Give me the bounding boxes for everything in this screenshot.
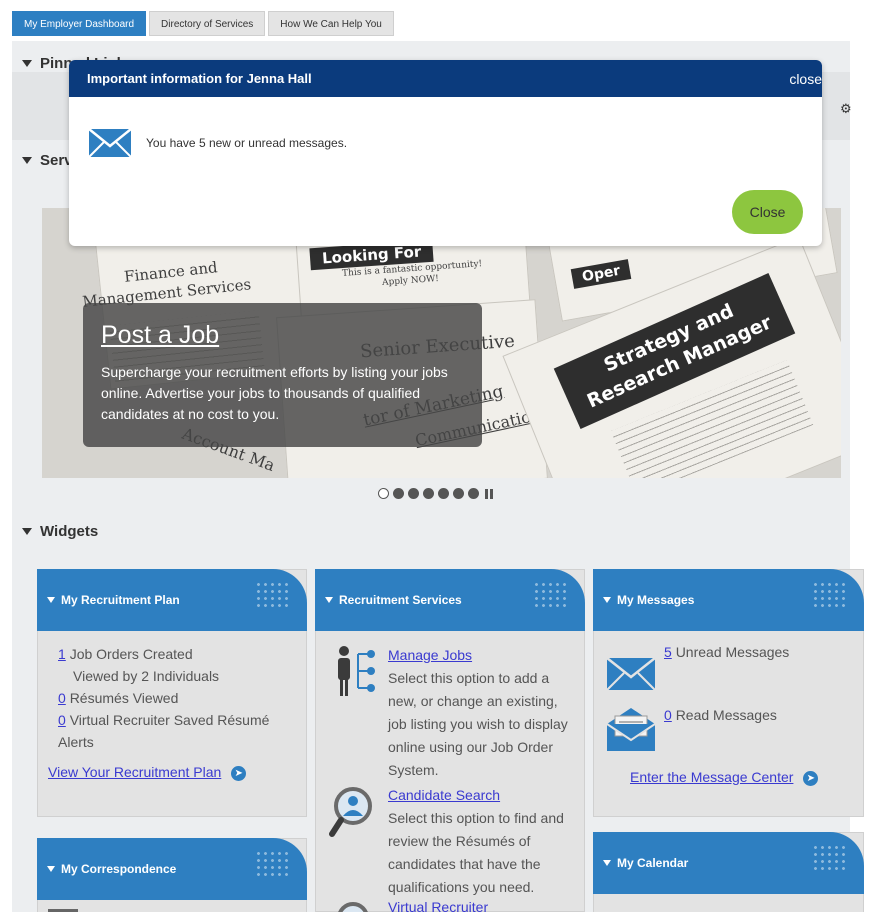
viewed-by-text: Viewed by 2 Individuals [73,668,220,684]
collapse-triangle-icon [47,597,55,603]
drag-handle-icon[interactable] [812,844,846,872]
resumes-count-link[interactable]: 0 [58,690,66,706]
unread-messages-row: 5 Unread Messages [664,644,789,660]
widgets-heading: Widgets [40,523,99,540]
tab-directory-of-services[interactable]: Directory of Services [149,11,266,36]
candidate-search-link[interactable]: Candidate Search [388,784,578,807]
widget-my-calendar: My Calendar [593,832,864,912]
tab-my-employer-dashboard[interactable]: My Employer Dashboard [12,11,147,36]
collapse-triangle-icon [22,60,32,67]
job-orders-label: Job Orders Created [69,646,193,662]
tab-bar: My Employer Dashboard Directory of Servi… [12,11,394,37]
widget-header[interactable]: Recruitment Services [315,569,585,631]
collapse-triangle-icon [47,866,55,872]
widget-my-correspondence: My Correspondence [37,838,307,912]
unread-count-link[interactable]: 5 [664,644,672,660]
message-center-row: Enter the Message Center ➤ [630,769,819,786]
widget-header[interactable]: My Messages [593,569,864,631]
virtual-recruiter-icon [338,902,368,912]
collapse-triangle-icon [603,597,611,603]
arrow-right-icon[interactable]: ➤ [803,770,819,786]
drag-handle-icon[interactable] [255,850,289,878]
read-messages-row: 0 Read Messages [664,707,777,723]
widget-title: My Messages [617,593,695,607]
collapse-triangle-icon [22,157,32,164]
drag-handle-icon[interactable] [812,581,846,609]
magnifier-person-icon [329,787,372,837]
read-count-link[interactable]: 0 [664,707,672,723]
modal-close-link[interactable]: close [789,71,822,87]
carousel-dot[interactable] [468,488,479,499]
unread-messages-label: Unread Messages [675,644,790,660]
gear-icon[interactable]: ⚙ [840,101,852,117]
modal-message: You have 5 new or unread messages. [146,136,348,150]
carousel-dot[interactable] [453,488,464,499]
read-messages-label: Read Messages [675,707,777,723]
widget-header[interactable]: My Recruitment Plan [37,569,307,631]
carousel-caption-text: Supercharge your recruitment efforts by … [101,364,448,422]
close-button[interactable]: Close [732,190,803,234]
widget-header[interactable]: My Calendar [593,832,864,894]
widget-my-recruitment-plan: My Recruitment Plan 1 Job Orders Created… [37,569,307,817]
drag-handle-icon[interactable] [255,581,289,609]
carousel-dot[interactable] [393,488,404,499]
candidate-search-item: Candidate Search Select this option to f… [328,784,578,899]
virtual-recruiter-block: Virtual Recruiter [388,900,578,912]
virtual-recruiter-item: Virtual Recruiter [328,900,578,912]
collapse-triangle-icon [325,597,333,603]
drag-handle-icon[interactable] [533,581,567,609]
widget-title: Recruitment Services [339,593,462,607]
widget-body: 1 Job Orders Created Viewed by 2 Individ… [38,631,306,793]
candidate-search-desc: Select this option to find and review th… [388,810,564,895]
modal-title: Important information for Jenna Hall [87,71,312,86]
modal-header: Important information for Jenna Hall clo… [69,60,822,97]
manage-jobs-desc: Select this option to add a new, or chan… [388,670,568,778]
carousel-dot-active[interactable] [378,488,389,499]
pause-icon[interactable] [485,488,493,499]
carousel-pager [378,488,493,499]
widgets-toggle[interactable]: Widgets [22,523,98,540]
carousel-dot[interactable] [408,488,419,499]
envelope-open-icon [606,708,656,751]
resumes-viewed-label: Résumés Viewed [69,690,179,706]
arrow-right-icon[interactable]: ➤ [231,765,247,781]
widget-my-messages: My Messages 5 Unread Messages 0 Read Mes… [593,569,864,817]
virtual-recruiter-link[interactable]: Virtual Recruiter [388,900,578,912]
carousel-dot[interactable] [423,488,434,499]
carousel-dot[interactable] [438,488,449,499]
vr-alerts-label: Virtual Recruiter Saved Résumé Alerts [58,712,270,750]
carousel-caption: Post a Job Supercharge your recruitment … [83,303,482,447]
post-a-job-link[interactable]: Post a Job [101,321,464,350]
widget-title: My Recruitment Plan [61,593,180,607]
manage-jobs-block: Manage Jobs Select this option to add a … [388,644,578,782]
envelope-icon [88,128,132,158]
modal-message-row: You have 5 new or unread messages. [88,128,347,158]
org-chart-icon [338,646,375,696]
widget-title: My Calendar [617,856,689,870]
widget-title: My Correspondence [61,862,177,876]
notification-modal: Important information for Jenna Hall clo… [69,60,822,246]
tab-how-we-can-help-you[interactable]: How We Can Help You [268,11,394,36]
job-orders-count-link[interactable]: 1 [58,646,66,662]
view-recruitment-plan-link[interactable]: View Your Recruitment Plan [48,764,221,780]
envelope-closed-icon [606,657,656,691]
vr-count-link[interactable]: 0 [58,712,66,728]
candidate-search-block: Candidate Search Select this option to f… [388,784,578,899]
manage-jobs-item: Manage Jobs Select this option to add a … [332,644,578,782]
collapse-triangle-icon [22,528,32,535]
enter-message-center-link[interactable]: Enter the Message Center [630,769,793,785]
manage-jobs-link[interactable]: Manage Jobs [388,644,578,667]
collapse-triangle-icon [603,860,611,866]
widget-header[interactable]: My Correspondence [37,838,307,900]
widget-recruitment-services: Recruitment Services Manage Jobs Select … [315,569,585,912]
